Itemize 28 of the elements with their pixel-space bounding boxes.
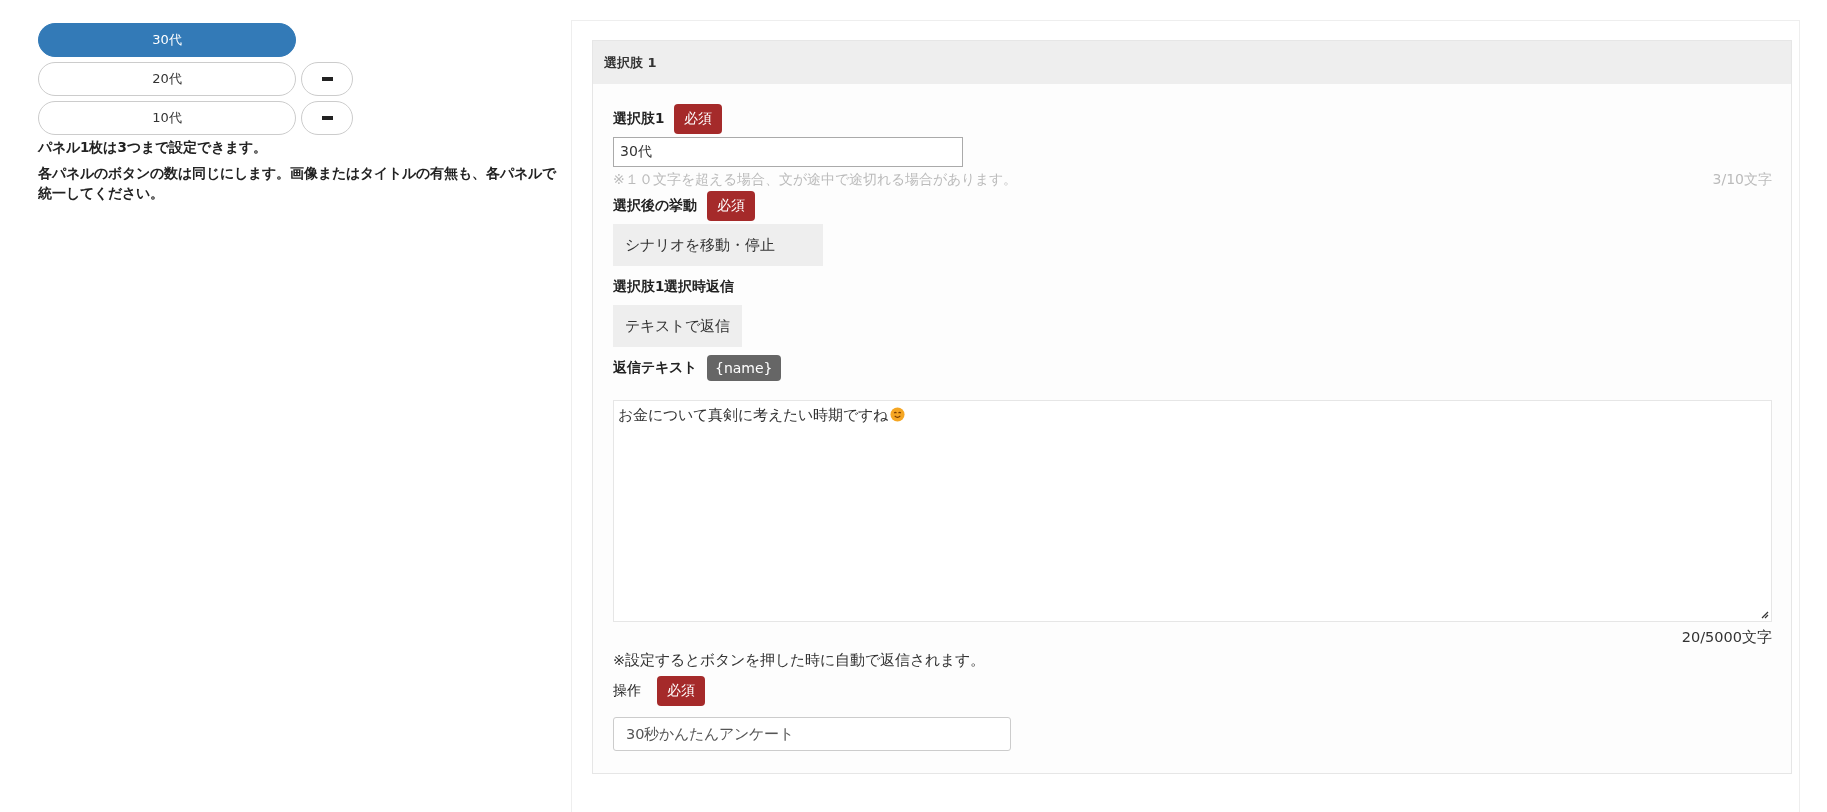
panel-button[interactable]: 20代 — [38, 62, 296, 96]
field-label: 選択後の挙動 — [613, 197, 697, 215]
char-counter: 3/10文字 — [1712, 171, 1772, 189]
required-badge: 必須 — [707, 191, 755, 221]
insert-name-button[interactable]: {name} — [707, 355, 781, 381]
select-button[interactable]: シナリオを移動・停止 — [613, 224, 823, 266]
hint-text: ※１０文字を超える場合、文が途中で途切れる場合があります。 — [613, 171, 1017, 189]
help-text: ※設定するとボタンを押した時に自動で返信されます。 — [613, 651, 986, 670]
panel-button[interactable]: 30代 — [38, 23, 296, 57]
reply-text-area[interactable]: お金について真剣に考えたい時期ですね — [613, 400, 1772, 622]
field-label: 選択肢1選択時返信 — [613, 278, 735, 296]
input-field[interactable]: 30秒かんたんアンケート — [613, 717, 1011, 751]
required-badge: 必須 — [674, 104, 723, 134]
field-label: 操作 — [613, 682, 641, 700]
info-note: パネル1枚は3つまで設定できます。 — [38, 138, 268, 157]
resize-grip-icon — [1761, 611, 1769, 619]
panel-button[interactable]: 10代 — [38, 101, 296, 135]
remove-button[interactable] — [301, 101, 353, 135]
info-note: 各パネルのボタンの数は同じにします。画像またはタイトルの有無も、各パネルで統一してください。 — [38, 164, 558, 203]
select-button[interactable]: テキストで返信 — [613, 305, 742, 347]
remove-button[interactable] — [301, 62, 353, 96]
card-header: 選択肢 1 — [593, 41, 1791, 84]
required-badge: 必須 — [657, 676, 705, 706]
field-label: 選択肢1 — [613, 110, 665, 128]
char-counter: 20/5000文字 — [1681, 629, 1772, 645]
input-field[interactable]: 30代 — [613, 137, 963, 167]
field-label: 返信テキスト — [613, 359, 697, 377]
smiley-icon — [890, 407, 905, 422]
